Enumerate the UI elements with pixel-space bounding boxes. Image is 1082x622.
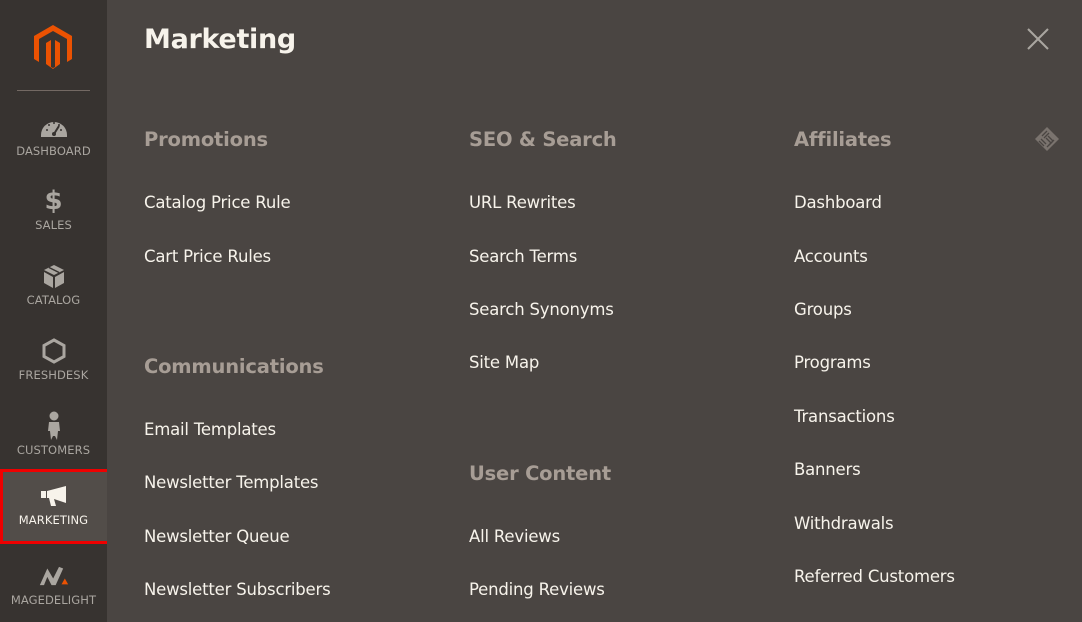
menu-link-withdrawals[interactable]: Withdrawals xyxy=(794,514,894,533)
menu-link-newsletter-templates[interactable]: Newsletter Templates xyxy=(144,473,319,492)
section-title-promotions: Promotions xyxy=(144,128,268,151)
box-icon xyxy=(39,261,69,291)
menu-link-referred-customers[interactable]: Referred Customers xyxy=(794,567,955,586)
section-title-affiliates: Affiliates xyxy=(794,128,892,151)
menu-link-url-rewrites[interactable]: URL Rewrites xyxy=(469,193,576,212)
sidebar-item-customers[interactable]: CUSTOMERS xyxy=(0,403,107,477)
section-title-communications: Communications xyxy=(144,355,324,378)
magento-logo-icon[interactable] xyxy=(30,24,76,70)
menu-link-groups[interactable]: Groups xyxy=(794,300,852,319)
close-icon[interactable] xyxy=(1024,25,1052,53)
dollar-icon: $ xyxy=(44,186,63,216)
marketing-menu-panel: Marketing Promotions Catalog Price Rule … xyxy=(107,0,1082,622)
admin-sidebar: DASHBOARD $ SALES CATALOG FRESHDESK CUST… xyxy=(0,0,111,622)
menu-link-cart-price-rules[interactable]: Cart Price Rules xyxy=(144,247,271,266)
menu-link-transactions[interactable]: Transactions xyxy=(794,407,895,426)
sidebar-divider xyxy=(17,90,90,91)
hexagon-icon xyxy=(39,336,69,366)
menu-link-all-reviews[interactable]: All Reviews xyxy=(469,527,560,546)
sidebar-item-freshdesk[interactable]: FRESHDESK xyxy=(0,328,107,402)
menu-link-newsletter-queue[interactable]: Newsletter Queue xyxy=(144,527,290,546)
sidebar-item-sales[interactable]: $ SALES xyxy=(0,178,107,252)
person-icon xyxy=(39,411,69,441)
megaphone-icon xyxy=(39,481,69,511)
menu-link-accounts[interactable]: Accounts xyxy=(794,247,868,266)
sidebar-item-magedelight[interactable]: MAGEDELIGHT xyxy=(0,553,107,622)
menu-link-catalog-price-rule[interactable]: Catalog Price Rule xyxy=(144,193,291,212)
magedelight-icon xyxy=(39,561,69,591)
sidebar-item-label: CATALOG xyxy=(26,293,81,307)
sidebar-item-label: MARKETING xyxy=(18,513,89,527)
menu-link-banners[interactable]: Banners xyxy=(794,460,861,479)
menu-link-search-synonyms[interactable]: Search Synonyms xyxy=(469,300,614,319)
panel-title: Marketing xyxy=(144,24,296,55)
sidebar-item-label: SALES xyxy=(35,218,72,232)
speedometer-icon xyxy=(39,112,69,142)
menu-link-email-templates[interactable]: Email Templates xyxy=(144,420,276,439)
menu-link-search-terms[interactable]: Search Terms xyxy=(469,247,577,266)
menu-link-site-map[interactable]: Site Map xyxy=(469,353,539,372)
menu-link-affiliate-dashboard[interactable]: Dashboard xyxy=(794,193,882,212)
section-title-seo-search: SEO & Search xyxy=(469,128,617,151)
menu-link-newsletter-subscribers[interactable]: Newsletter Subscribers xyxy=(144,580,331,599)
sidebar-item-catalog[interactable]: CATALOG xyxy=(0,253,107,327)
menu-link-pending-reviews[interactable]: Pending Reviews xyxy=(469,580,605,599)
affiliate-extension-icon xyxy=(1034,126,1060,152)
sidebar-item-label: CUSTOMERS xyxy=(16,443,91,457)
sidebar-item-dashboard[interactable]: DASHBOARD xyxy=(0,104,107,178)
sidebar-item-label: DASHBOARD xyxy=(16,144,91,158)
sidebar-item-label: MAGEDELIGHT xyxy=(10,593,97,607)
menu-link-programs[interactable]: Programs xyxy=(794,353,871,372)
section-title-user-content: User Content xyxy=(469,462,612,485)
sidebar-item-marketing[interactable]: MARKETING xyxy=(0,469,111,544)
sidebar-item-label: FRESHDESK xyxy=(18,368,89,382)
